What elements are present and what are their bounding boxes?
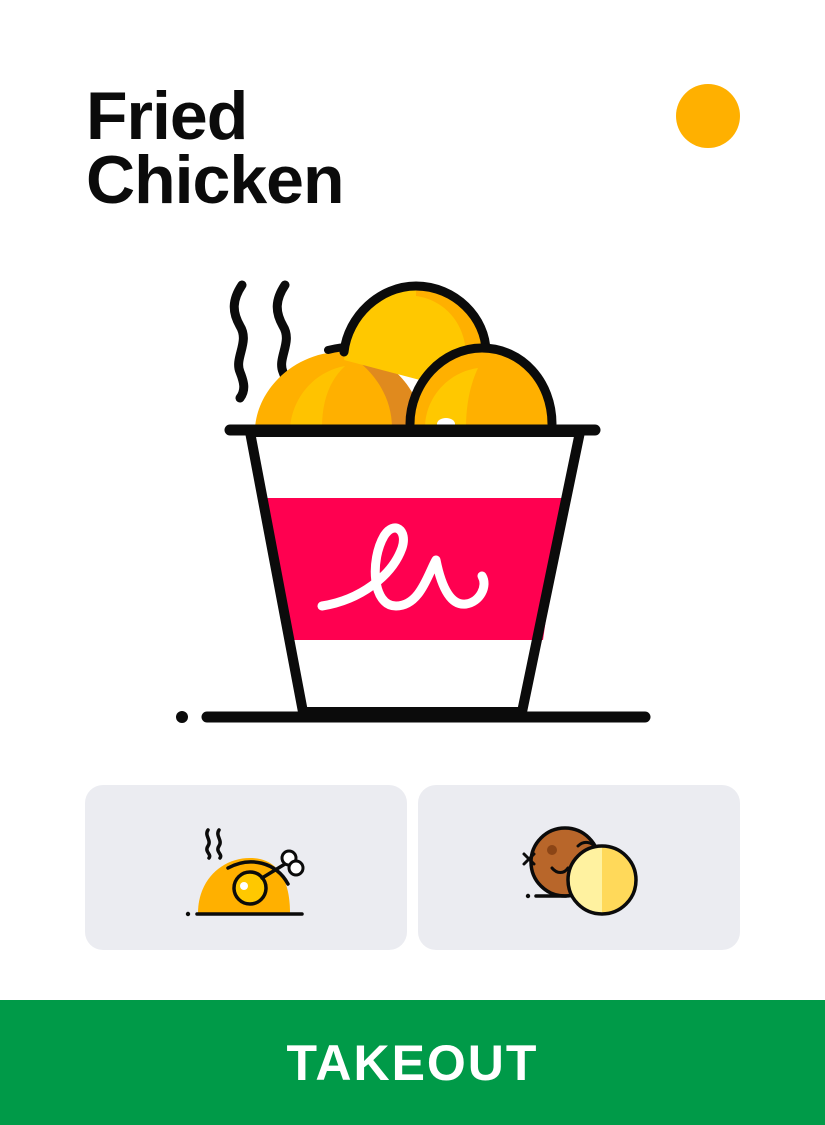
- takeout-button-label: TAKEOUT: [286, 1034, 539, 1091]
- roast-chicken-icon: [185, 828, 305, 917]
- takeout-button[interactable]: TAKEOUT: [0, 1000, 825, 1125]
- fried-chicken-card: Fried Chicken TAKEOUT: [0, 0, 825, 1125]
- page-title: Fried Chicken: [86, 78, 345, 218]
- title-line-1: Fried: [86, 78, 248, 154]
- nuggets-icon: [522, 826, 638, 916]
- option-card-nuggets[interactable]: [418, 785, 740, 950]
- option-card-roast-chicken[interactable]: [85, 785, 407, 950]
- accent-dot: [676, 84, 740, 148]
- fried-chicken-bucket-icon: [176, 280, 651, 723]
- title-line-2: Chicken: [86, 142, 345, 218]
